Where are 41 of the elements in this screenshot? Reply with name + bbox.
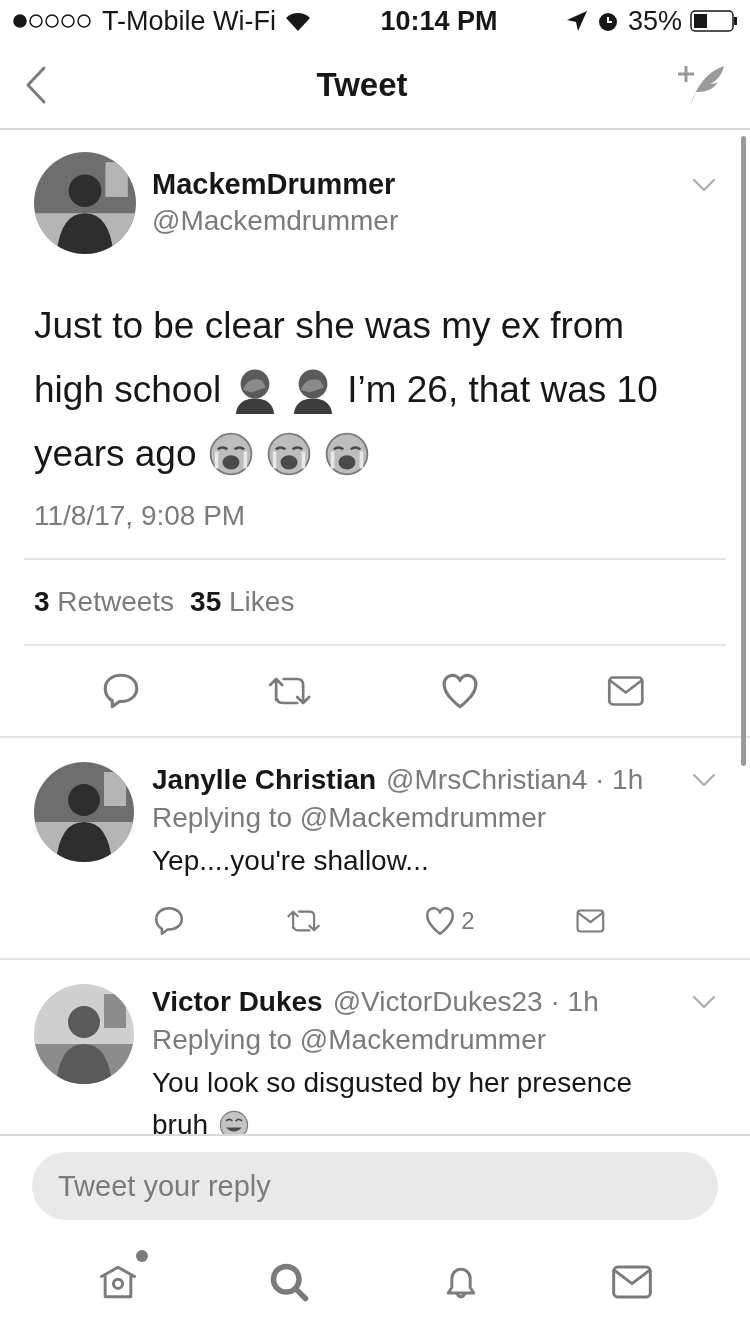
page-title: Tweet — [316, 66, 408, 104]
reply-icon — [152, 904, 186, 938]
tweet-text: Yep....you're shallow... — [152, 844, 429, 878]
reply-button[interactable] — [152, 904, 186, 938]
carrier-name: T-Mobile Wi-Fi — [102, 5, 276, 37]
reply-input-field[interactable]: Tweet your reply — [32, 1152, 718, 1220]
reply-handle-time: @VictorDukes23 · 1h — [332, 986, 599, 1018]
replying-to-text: Replying to @Mackemdrummer — [152, 802, 548, 834]
tweet-text: Just to be clear she was my ex from — [34, 304, 625, 348]
tweet-text: I’m 26, that was 10 — [347, 368, 658, 412]
wifi-icon — [284, 10, 312, 32]
battery-percent: 35% — [627, 5, 682, 37]
author-handle: @Mackemdrummer — [152, 205, 400, 237]
tweet-text: years ago — [34, 432, 197, 476]
author-name: MackemDrummer — [152, 168, 397, 201]
battery-icon — [690, 10, 738, 32]
tweet-stat[interactable]: 35 Likes — [190, 586, 295, 618]
replying-to-text: Replying to @Mackemdrummer — [152, 1024, 548, 1056]
chevron-down-icon[interactable] — [692, 995, 716, 1009]
notification-dot — [135, 1250, 148, 1262]
message-button[interactable] — [606, 673, 646, 709]
tweet-text: You look so disgusted by her presence — [152, 1066, 632, 1100]
reply-author-name: Victor Dukes — [152, 986, 323, 1018]
laughing-face-icon — [218, 1109, 251, 1134]
like-button[interactable]: 2 — [423, 904, 475, 938]
clock-time: 10:14 PM — [380, 5, 498, 37]
message-button[interactable] — [575, 907, 606, 935]
signal-dots-icon — [12, 13, 94, 29]
tweet-text: high school — [34, 368, 222, 412]
tweet-timestamp: 11/8/17, 9:08 PM — [33, 499, 247, 533]
reply-author-name: Janylle Christian — [152, 764, 377, 796]
envelope-icon — [575, 907, 606, 935]
tweet-stat[interactable]: 3 Retweets — [34, 586, 175, 618]
reply-handle-time: @MrsChristian4 · 1h — [386, 764, 644, 796]
chevron-down-icon[interactable] — [692, 178, 716, 192]
back-icon[interactable] — [24, 65, 48, 105]
envelope-icon — [606, 673, 646, 709]
chevron-down-icon[interactable] — [692, 773, 716, 787]
tweet-text: bruh — [152, 1108, 209, 1134]
reply-card[interactable]: Janylle Christian @MrsChristian4 · 1h Replying to @Mackemdrummer Yep....you're shallow... 2 — [0, 738, 750, 960]
location-arrow-icon — [565, 10, 588, 32]
